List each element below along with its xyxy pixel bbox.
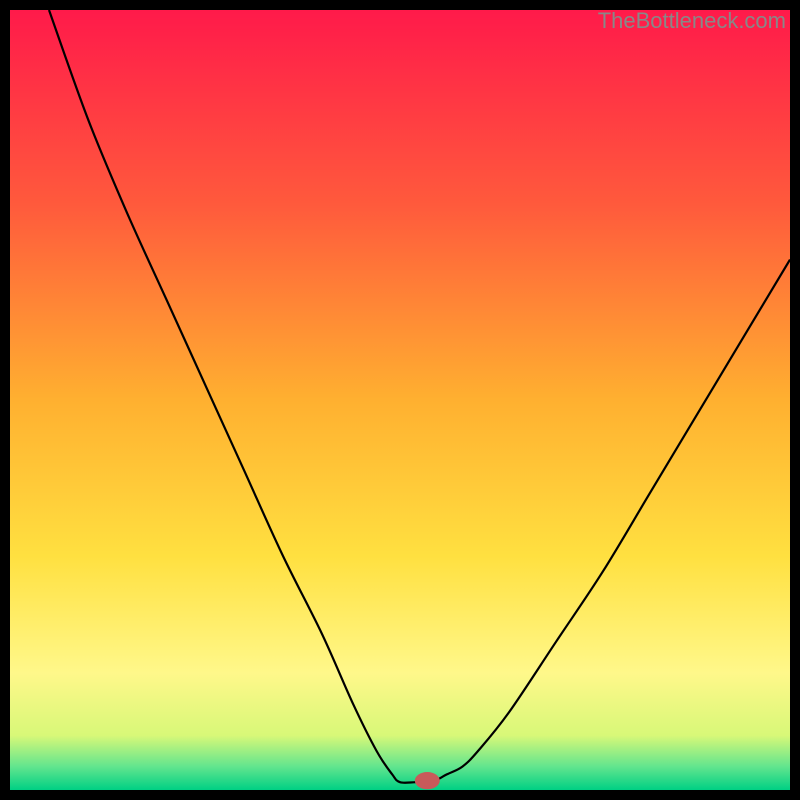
bottleneck-chart: [10, 10, 790, 790]
chart-container: [10, 10, 790, 790]
gradient-background: [10, 10, 790, 790]
watermark-text: TheBottleneck.com: [598, 8, 786, 34]
optimal-point-marker: [415, 772, 440, 789]
